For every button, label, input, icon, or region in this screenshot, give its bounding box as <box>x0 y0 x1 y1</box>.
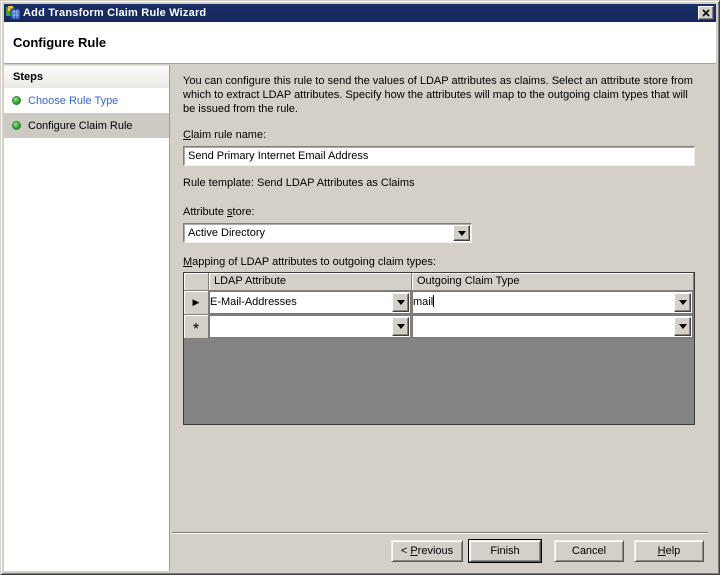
dropdown-button[interactable] <box>674 317 691 336</box>
attribute-store-label: Attribute store: <box>183 206 255 218</box>
sidebar-item-choose-rule-type[interactable]: Choose Rule Type <box>4 88 169 113</box>
outgoing-claim-type-input[interactable]: mail <box>412 291 693 314</box>
mapping-table: LDAP Attribute Outgoing Claim Type ▶ E-M… <box>183 272 695 425</box>
dropdown-button[interactable] <box>392 317 409 336</box>
text-caret <box>433 295 434 307</box>
dropdown-button[interactable] <box>453 225 470 241</box>
chevron-down-icon <box>397 300 405 309</box>
table-header-row: LDAP Attribute Outgoing Claim Type <box>184 273 694 291</box>
step-status-icon <box>12 121 21 130</box>
cancel-button[interactable]: Cancel <box>554 540 624 562</box>
ldap-attribute-cell-empty <box>209 315 412 339</box>
description-text: You can configure this rule to send the … <box>183 74 702 116</box>
new-row-selector[interactable]: * <box>184 315 209 339</box>
header-band: Configure Rule <box>4 22 716 64</box>
steps-sidebar: Steps Choose Rule Type Configure Claim R… <box>4 65 170 571</box>
previous-button[interactable]: < Previous <box>391 540 463 562</box>
row-selector-header <box>184 273 209 291</box>
title-bar[interactable]: Add Transform Claim Rule Wizard <box>4 4 716 22</box>
close-icon <box>702 9 710 17</box>
chevron-down-icon <box>397 324 405 333</box>
chevron-down-icon <box>679 300 687 309</box>
wizard-window: Add Transform Claim Rule Wizard Configur… <box>0 0 720 575</box>
table-new-row: * <box>184 315 694 339</box>
step-label: Choose Rule Type <box>28 95 118 107</box>
app-icon <box>6 6 20 20</box>
attribute-store-value: Active Directory <box>188 224 451 242</box>
current-row-selector[interactable]: ▶ <box>184 291 209 315</box>
ldap-attribute-select[interactable]: E-Mail-Addresses <box>209 291 411 314</box>
button-separator <box>172 532 708 534</box>
new-row-icon: * <box>193 325 199 335</box>
dropdown-button[interactable] <box>674 293 691 312</box>
column-header-outgoing-claim-type[interactable]: Outgoing Claim Type <box>412 273 694 291</box>
current-row-arrow-icon: ▶ <box>193 298 200 307</box>
attribute-store-select[interactable]: Active Directory <box>183 223 472 243</box>
dropdown-button[interactable] <box>392 293 409 312</box>
help-button[interactable]: Help <box>634 540 704 562</box>
step-label: Configure Claim Rule <box>28 120 133 132</box>
outgoing-claim-type-cell: mail <box>412 291 694 315</box>
outgoing-claim-type-value: mail <box>413 296 434 308</box>
page-title: Configure Rule <box>13 35 106 50</box>
chevron-down-icon <box>458 231 466 240</box>
outgoing-claim-type-select-empty[interactable] <box>412 315 693 338</box>
claim-rule-name-label: Claim rule name: <box>183 129 266 141</box>
sidebar-item-configure-claim-rule[interactable]: Configure Claim Rule <box>4 113 169 138</box>
steps-header: Steps <box>4 65 169 88</box>
table-row: ▶ E-Mail-Addresses mail <box>184 291 694 315</box>
outgoing-claim-type-cell-empty <box>412 315 694 339</box>
ldap-attribute-value: E-Mail-Addresses <box>210 296 297 308</box>
claim-rule-name-input[interactable] <box>183 146 695 166</box>
finish-button[interactable]: Finish <box>469 540 541 562</box>
step-status-icon <box>12 96 21 105</box>
chevron-down-icon <box>679 324 687 333</box>
mapping-label: Mapping of LDAP attributes to outgoing c… <box>183 256 436 268</box>
column-header-ldap-attribute[interactable]: LDAP Attribute <box>209 273 412 291</box>
main-content: You can configure this rule to send the … <box>171 65 716 571</box>
window-title: Add Transform Claim Rule Wizard <box>23 7 206 19</box>
ldap-attribute-cell: E-Mail-Addresses <box>209 291 412 315</box>
rule-template-text: Rule template: Send LDAP Attributes as C… <box>183 177 415 189</box>
close-button[interactable] <box>698 6 714 20</box>
ldap-attribute-select-empty[interactable] <box>209 315 411 338</box>
